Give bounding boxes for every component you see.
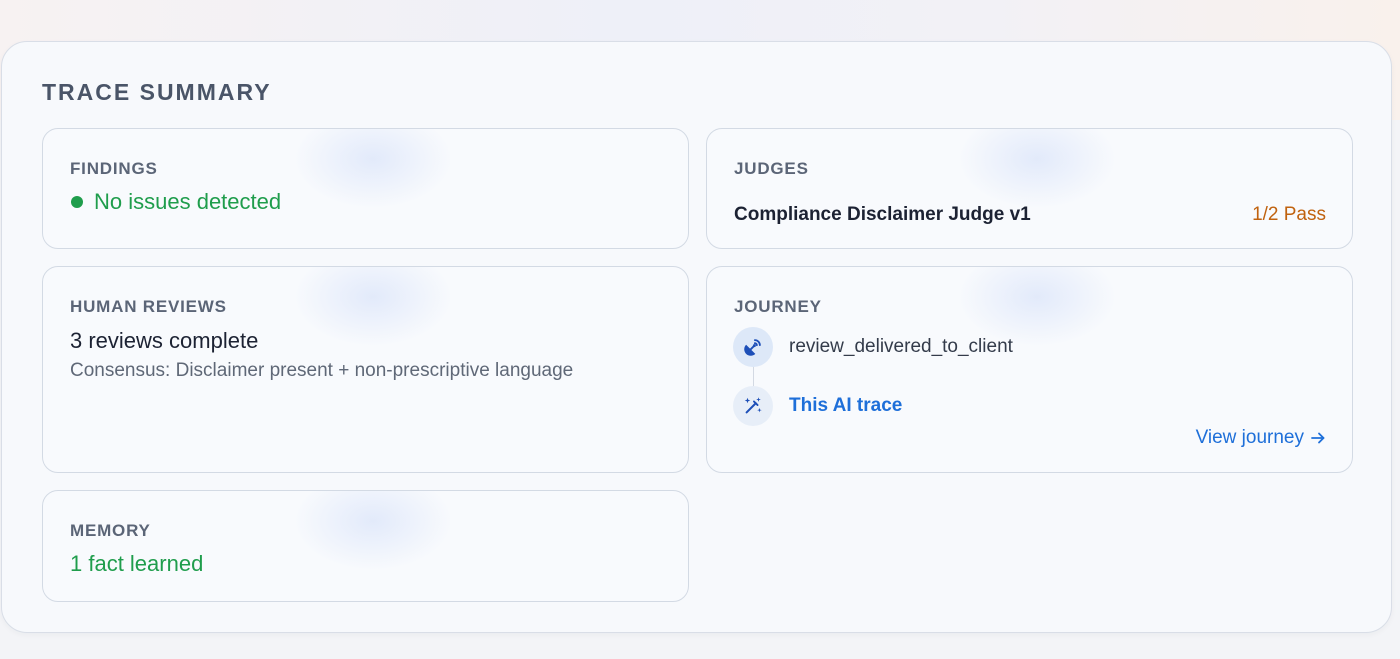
human-reviews-label: HUMAN REVIEWS bbox=[70, 297, 227, 316]
findings-card: FINDINGS No issues detected bbox=[42, 128, 689, 249]
reviews-consensus: Consensus: Disclaimer present + non-pres… bbox=[70, 360, 574, 381]
judge-result: 1/2 Pass bbox=[1252, 204, 1326, 225]
human-reviews-card: HUMAN REVIEWS 3 reviews complete Consens… bbox=[42, 266, 689, 473]
findings-label: FINDINGS bbox=[70, 159, 158, 178]
trace-summary-panel: TRACE SUMMARY FINDINGS No issues detecte… bbox=[1, 41, 1392, 633]
judge-row[interactable]: Compliance Disclaimer Judge v1 1/2 Pass bbox=[734, 204, 1326, 226]
view-journey-link[interactable]: View journey bbox=[1196, 427, 1326, 449]
arrow-right-icon bbox=[1310, 430, 1326, 446]
reviews-count: 3 reviews complete bbox=[70, 328, 259, 353]
judges-label: JUDGES bbox=[734, 159, 809, 178]
view-journey-text: View journey bbox=[1195, 427, 1304, 448]
memory-value: 1 fact learned bbox=[70, 551, 204, 576]
journey-step-review-delivered[interactable]: review_delivered_to_client bbox=[733, 327, 1013, 367]
journey-card: JOURNEY review_delivered_to_client This … bbox=[706, 266, 1353, 473]
journey-label: JOURNEY bbox=[734, 297, 822, 316]
judges-card: JUDGES Compliance Disclaimer Judge v1 1/… bbox=[706, 128, 1353, 249]
journey-step-this-trace[interactable]: This AI trace bbox=[733, 386, 902, 426]
journey-step-label: review_delivered_to_client bbox=[789, 336, 1013, 357]
findings-status: No issues detected bbox=[70, 189, 281, 215]
status-dot-icon bbox=[71, 196, 83, 208]
memory-card: MEMORY 1 fact learned bbox=[42, 490, 689, 602]
judge-name: Compliance Disclaimer Judge v1 bbox=[734, 204, 1031, 225]
findings-status-text: No issues detected bbox=[94, 189, 282, 214]
memory-label: MEMORY bbox=[70, 521, 151, 540]
journey-current-step-label: This AI trace bbox=[789, 395, 903, 416]
satellite-dish-icon bbox=[733, 327, 773, 367]
magic-wand-sparkles-icon bbox=[733, 386, 773, 426]
panel-title: TRACE SUMMARY bbox=[42, 79, 272, 105]
